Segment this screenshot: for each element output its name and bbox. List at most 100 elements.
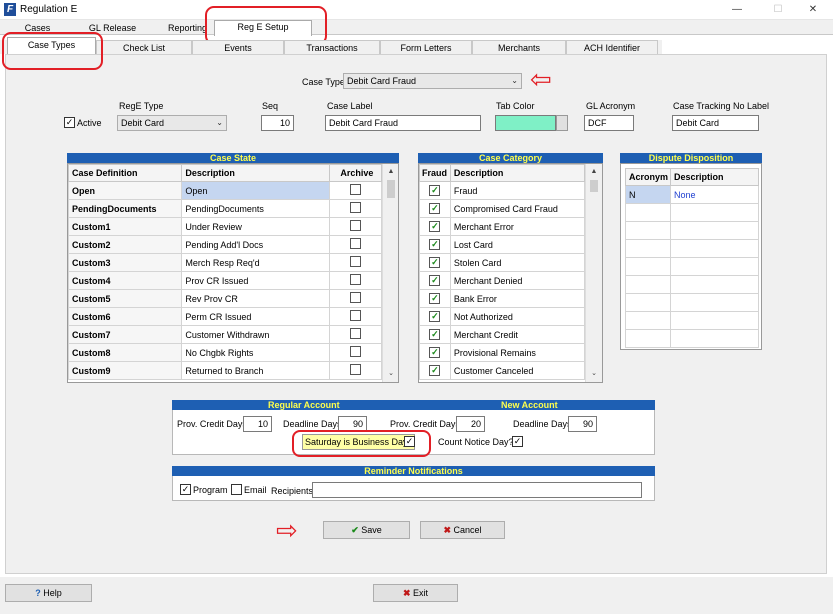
rege-type-select[interactable]: Debit Card ⌄ [117,115,227,131]
table-row[interactable]: ✓ Merchant Credit [419,325,586,344]
case-type-select[interactable]: Debit Card Fraud ⌄ [343,73,522,89]
category-description-cell[interactable]: Stolen Card [449,253,586,272]
case-state-scrollbar[interactable]: ▲ ⌄ [382,164,398,382]
table-row[interactable]: ✓ Provisional Remains [419,343,586,362]
minimize-button[interactable]: — [727,2,747,18]
category-description-cell[interactable]: Lost Card [449,235,586,254]
category-description-cell[interactable]: Fraud [449,181,586,200]
tracking-input[interactable]: Debit Card [672,115,759,131]
case-definition-cell[interactable]: PendingDocuments [68,199,183,218]
table-row[interactable]: ✓ Merchant Error [419,217,586,236]
table-row[interactable]: ✓ Compromised Card Fraud [419,199,586,218]
description-cell[interactable]: Perm CR Issued [181,307,330,326]
archive-checkbox[interactable] [349,238,361,249]
table-row[interactable]: Custom6 Perm CR Issued [68,307,383,326]
tab-transactions[interactable]: Transactions [284,40,380,54]
fraud-checkbox[interactable]: ✓ [429,275,441,286]
cancel-button[interactable]: ✖ Cancel [420,521,505,539]
archive-checkbox[interactable] [349,256,361,267]
archive-checkbox[interactable] [349,364,361,375]
scroll-down-icon[interactable]: ⌄ [588,368,600,380]
case-definition-cell[interactable]: Custom3 [68,253,183,272]
table-row[interactable]: ✓ Lost Card [419,235,586,254]
save-button[interactable]: ✔ Save [323,521,410,539]
table-row[interactable]: Open Open [68,181,383,200]
category-description-cell[interactable]: Bank Error [449,289,586,308]
case-definition-cell[interactable]: Custom6 [68,307,183,326]
table-row[interactable]: Custom2 Pending Add'l Docs [68,235,383,254]
count-notice-checkbox[interactable]: ✓ [512,436,523,447]
tab-color-swatch[interactable] [495,115,556,131]
fraud-checkbox[interactable]: ✓ [429,203,441,214]
fraud-checkbox[interactable]: ✓ [429,293,441,304]
table-row[interactable]: ✓ Customer Canceled [419,361,586,380]
new-prov-credit-input[interactable]: 20 [456,416,485,432]
archive-checkbox[interactable] [349,310,361,321]
table-row[interactable]: Custom5 Rev Prov CR [68,289,383,308]
tab-check-list[interactable]: Check List [96,40,192,54]
new-deadline-input[interactable]: 90 [568,416,597,432]
fraud-checkbox[interactable]: ✓ [429,239,441,250]
description-cell[interactable]: Rev Prov CR [181,289,330,308]
case-definition-cell[interactable]: Custom2 [68,235,183,254]
seq-input[interactable]: 10 [261,115,294,131]
archive-checkbox[interactable] [349,274,361,285]
case-definition-cell[interactable]: Custom9 [68,361,183,380]
archive-checkbox[interactable] [349,346,361,357]
fraud-checkbox[interactable]: ✓ [429,347,441,358]
archive-checkbox[interactable] [349,220,361,231]
case-label-input[interactable]: Debit Card Fraud [325,115,481,131]
description-cell[interactable]: Customer Withdrawn [181,325,330,344]
gl-acronym-input[interactable]: DCF [584,115,634,131]
scroll-thumb[interactable] [590,180,598,192]
dispute-description-cell[interactable]: None [670,185,759,204]
scroll-thumb[interactable] [387,180,395,198]
archive-checkbox[interactable] [349,328,361,339]
table-row[interactable]: ✓ Bank Error [419,289,586,308]
category-description-cell[interactable]: Merchant Error [449,217,586,236]
table-row[interactable]: ✓ Not Authorized [419,307,586,326]
table-row[interactable]: Custom9 Returned to Branch [68,361,383,380]
maximize-button[interactable]: ☐ [768,2,788,18]
table-row[interactable]: Custom3 Merch Resp Req'd [68,253,383,272]
table-row[interactable]: N None [625,185,759,204]
email-checkbox[interactable] [231,484,242,495]
archive-checkbox[interactable] [349,202,361,213]
table-row[interactable]: ✓ Merchant Denied [419,271,586,290]
reg-prov-credit-input[interactable]: 10 [243,416,272,432]
description-cell[interactable]: Open [181,181,330,200]
fraud-checkbox[interactable]: ✓ [429,329,441,340]
tab-ach-identifier[interactable]: ACH Identifier [566,40,658,54]
description-cell[interactable]: Merch Resp Req'd [181,253,330,272]
tab-merchants[interactable]: Merchants [472,40,566,54]
table-row[interactable]: ✓ Fraud [419,181,586,200]
table-row[interactable]: ✓ Stolen Card [419,253,586,272]
table-row[interactable]: PendingDocuments PendingDocuments [68,199,383,218]
archive-checkbox[interactable] [349,184,361,195]
tab-events[interactable]: Events [192,40,284,54]
fraud-checkbox[interactable]: ✓ [429,185,441,196]
fraud-checkbox[interactable]: ✓ [429,311,441,322]
tab-form-letters[interactable]: Form Letters [380,40,472,54]
fraud-checkbox[interactable]: ✓ [429,257,441,268]
scroll-down-icon[interactable]: ⌄ [385,368,397,380]
category-description-cell[interactable]: Provisional Remains [449,343,586,362]
scroll-up-icon[interactable]: ▲ [385,166,397,178]
case-definition-cell[interactable]: Custom8 [68,343,183,362]
close-button[interactable]: ✕ [803,2,823,18]
exit-button[interactable]: ✖ Exit [373,584,458,602]
case-definition-cell[interactable]: Custom7 [68,325,183,344]
archive-checkbox[interactable] [349,292,361,303]
case-definition-cell[interactable]: Custom4 [68,271,183,290]
program-checkbox[interactable]: ✓ [180,484,191,495]
active-checkbox[interactable]: ✓ [64,117,75,128]
description-cell[interactable]: Prov CR Issued [181,271,330,290]
description-cell[interactable]: PendingDocuments [181,199,330,218]
table-row[interactable]: Custom1 Under Review [68,217,383,236]
category-description-cell[interactable]: Not Authorized [449,307,586,326]
fraud-checkbox[interactable]: ✓ [429,365,441,376]
description-cell[interactable]: Pending Add'l Docs [181,235,330,254]
recipients-input[interactable] [312,482,642,498]
category-description-cell[interactable]: Compromised Card Fraud [449,199,586,218]
table-row[interactable]: Custom4 Prov CR Issued [68,271,383,290]
